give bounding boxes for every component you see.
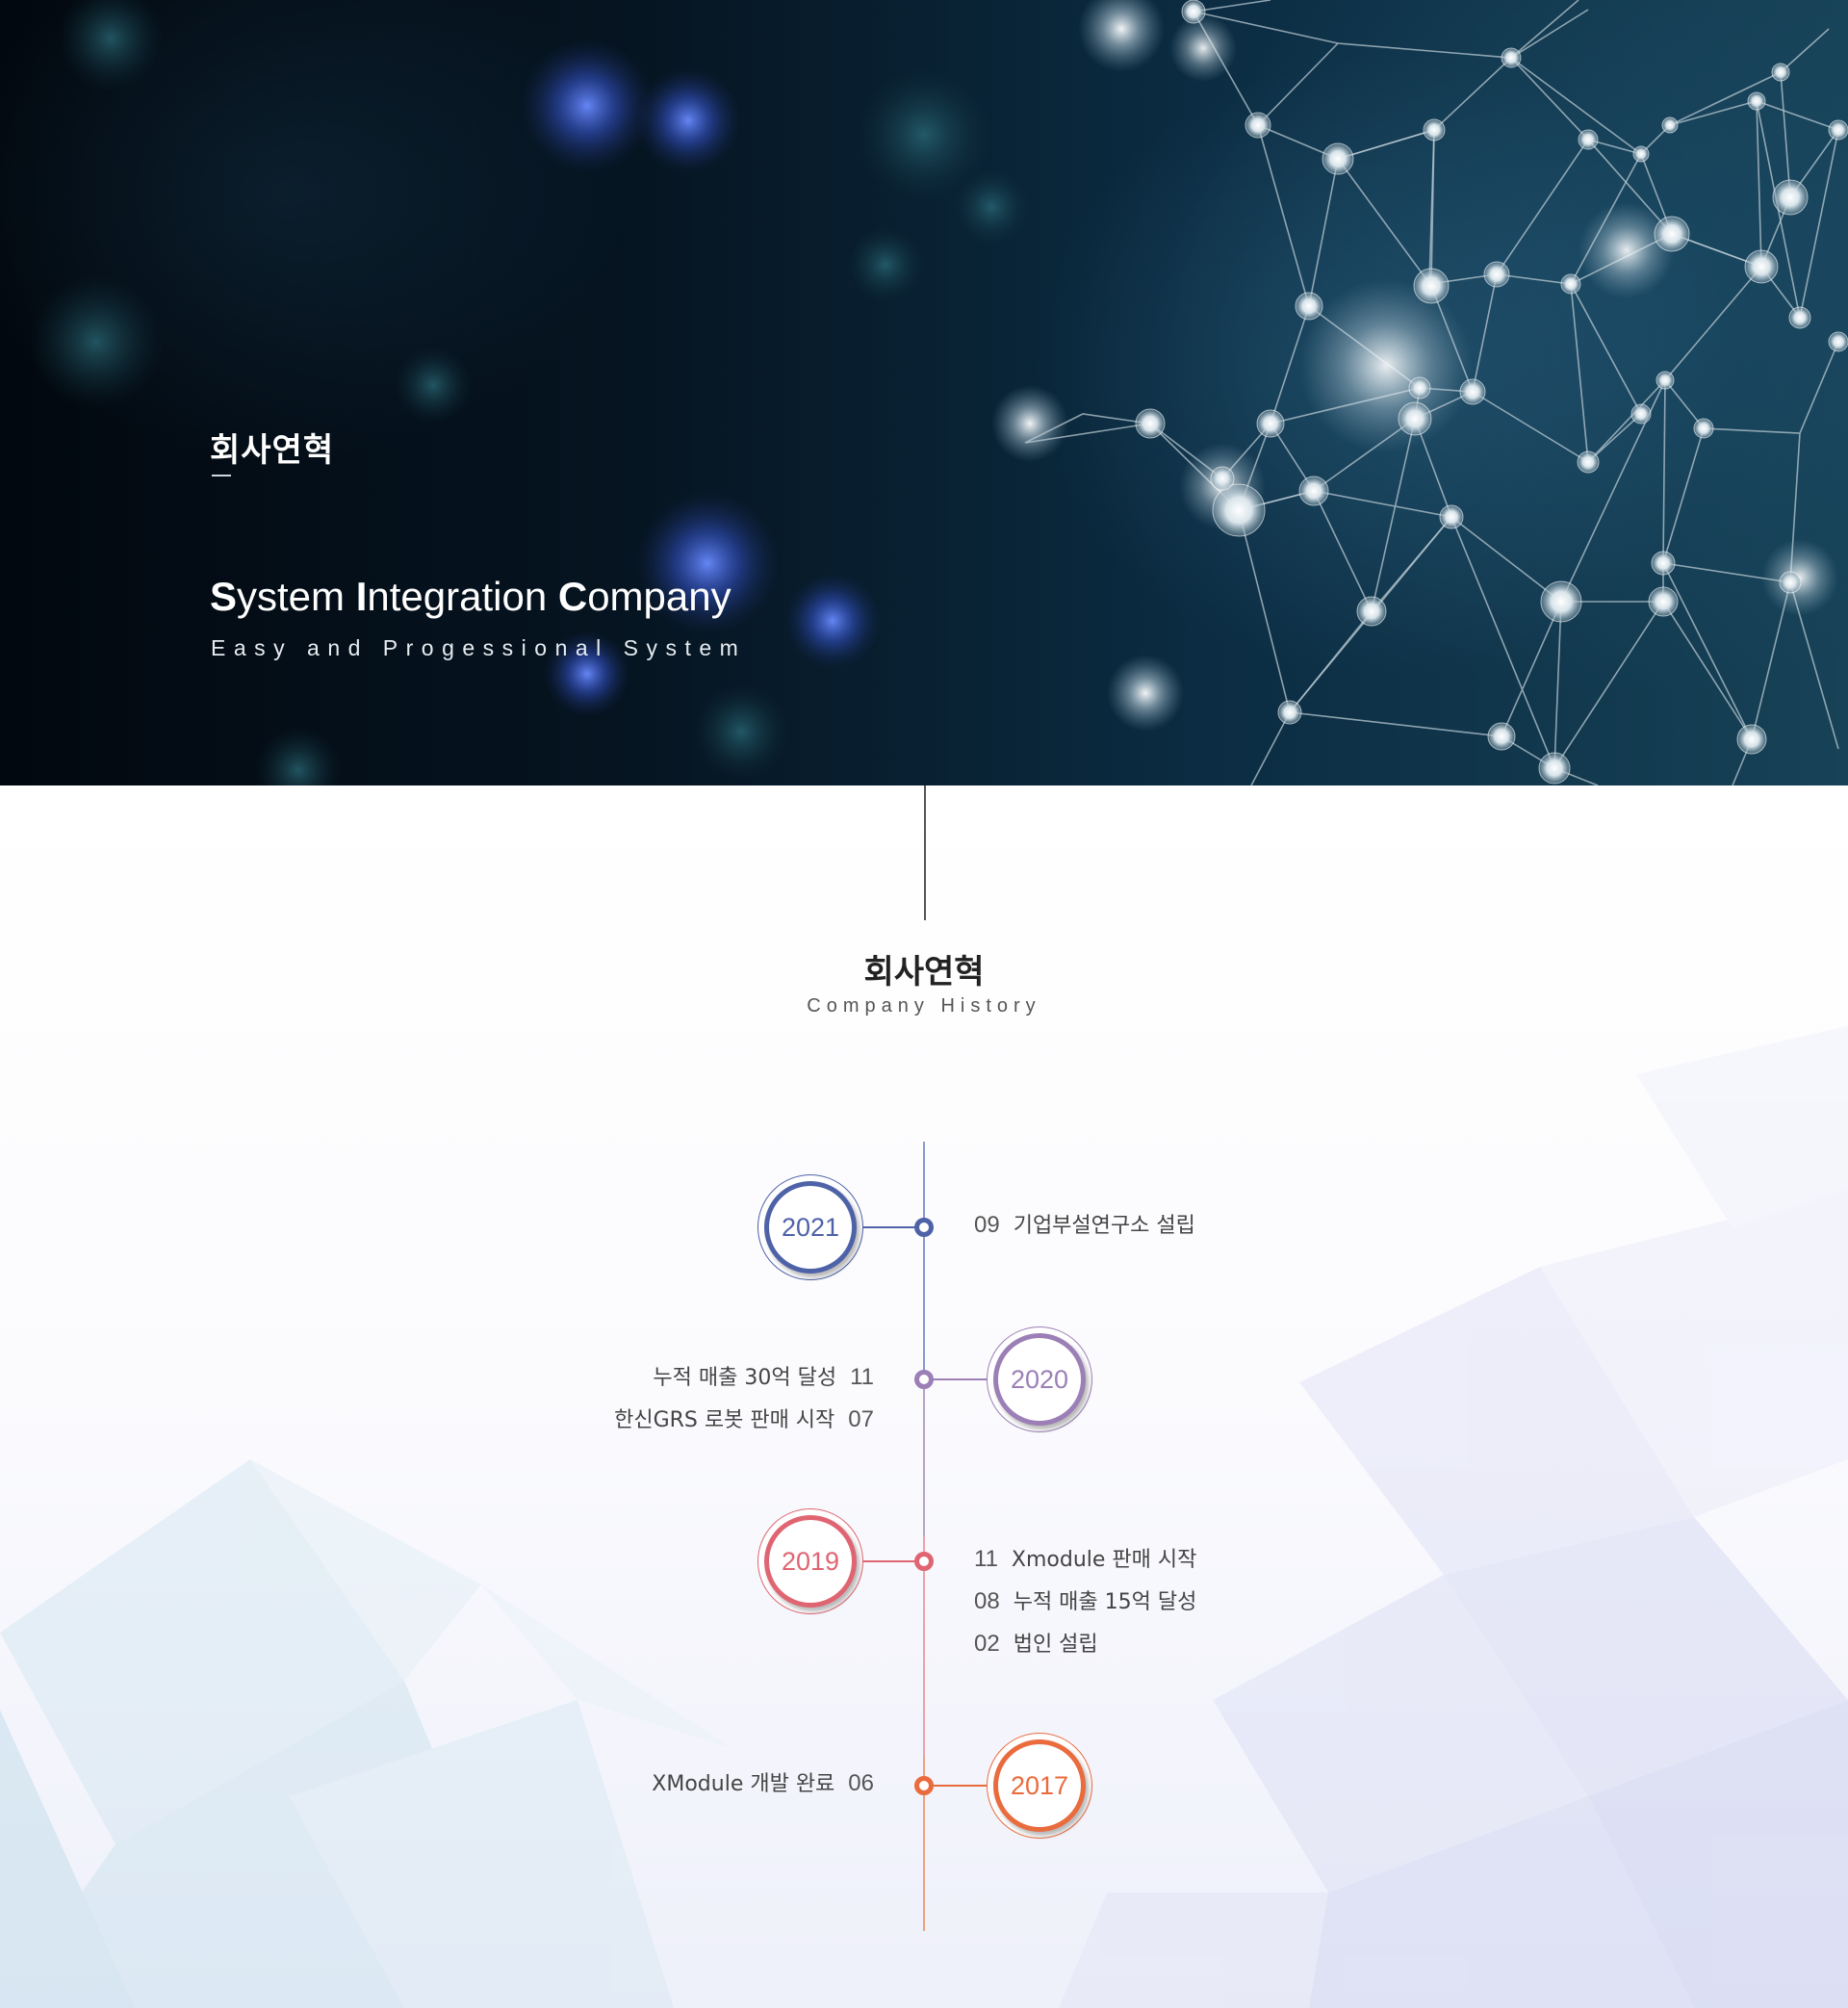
year-badge-2021: 2021 <box>757 1174 863 1280</box>
event-month: 08 <box>974 1588 1000 1614</box>
hero-title-cap: S <box>210 574 238 619</box>
timeline-event: 09 기업부설연구소 설립 <box>974 1211 1195 1240</box>
year-label: 2017 <box>993 1739 1086 1832</box>
hero-banner: 회사연혁 System Integration Company Easy and… <box>0 0 1848 785</box>
event-month: 11 <box>850 1364 874 1390</box>
event-month: 02 <box>974 1631 1000 1657</box>
event-text: 누적 매출 30억 달성 <box>653 1366 837 1390</box>
event-text: 누적 매출 15억 달성 <box>1013 1590 1197 1614</box>
event-text: 기업부설연구소 설립 <box>1013 1214 1195 1238</box>
section-subtitle: Company History <box>807 995 1041 1017</box>
event-month: 07 <box>848 1406 874 1432</box>
timeline-event: XModule 개발 완료 06 <box>652 1769 874 1798</box>
event-month: 09 <box>974 1212 1000 1238</box>
timeline-branch <box>924 1785 991 1787</box>
section-connector-line <box>924 785 926 920</box>
year-badge-2020: 2020 <box>987 1326 1092 1432</box>
event-text: Xmodule 판매 시작 <box>1011 1548 1197 1572</box>
timeline-node-2019 <box>914 1552 934 1571</box>
year-label: 2019 <box>764 1515 857 1608</box>
section-title: 회사연혁 <box>863 953 985 991</box>
event-text: 한신GRS 로봇 판매 시작 <box>614 1408 835 1432</box>
network-sphere-graphic <box>1024 0 1848 785</box>
hero-title-rest: ystem <box>237 574 356 619</box>
hero-label: 회사연혁 <box>210 431 335 470</box>
timeline-line-2021 <box>923 1142 925 1382</box>
year-label: 2021 <box>764 1181 857 1274</box>
event-month: 11 <box>974 1546 998 1572</box>
hero-title-cap: I <box>355 574 368 619</box>
hero-title-rest: ntegration <box>367 574 558 619</box>
hero-title-cap: C <box>557 574 588 619</box>
year-badge-2017: 2017 <box>987 1733 1092 1839</box>
event-month: 06 <box>848 1770 874 1796</box>
hero-title: System Integration Company <box>210 574 732 620</box>
timeline-event: 02 법인 설립 <box>974 1630 1098 1659</box>
timeline-event: 11 Xmodule 판매 시작 <box>974 1545 1196 1574</box>
timeline-event: 한신GRS 로봇 판매 시작 07 <box>614 1405 874 1434</box>
year-badge-2019: 2019 <box>757 1508 863 1614</box>
event-text: XModule 개발 완료 <box>652 1772 835 1796</box>
timeline-event: 누적 매출 30억 달성 11 <box>653 1363 874 1392</box>
event-text: 법인 설립 <box>1013 1633 1098 1657</box>
hero-subtitle: Easy and Progessional System <box>211 635 747 660</box>
history-section: 회사연혁 Company History 2021 09 기업부설연구소 설립 2… <box>0 785 1848 2008</box>
hero-label-underline <box>212 475 231 476</box>
timeline-node-2020 <box>914 1370 934 1389</box>
hero-title-rest: ompany <box>587 574 732 619</box>
year-label: 2020 <box>993 1333 1086 1426</box>
timeline-node-2017 <box>914 1776 934 1795</box>
timeline-branch <box>924 1378 991 1380</box>
timeline-event: 08 누적 매출 15억 달성 <box>974 1587 1196 1616</box>
timeline-line-2020 <box>923 1382 925 1536</box>
timeline-node-2021 <box>914 1218 934 1237</box>
